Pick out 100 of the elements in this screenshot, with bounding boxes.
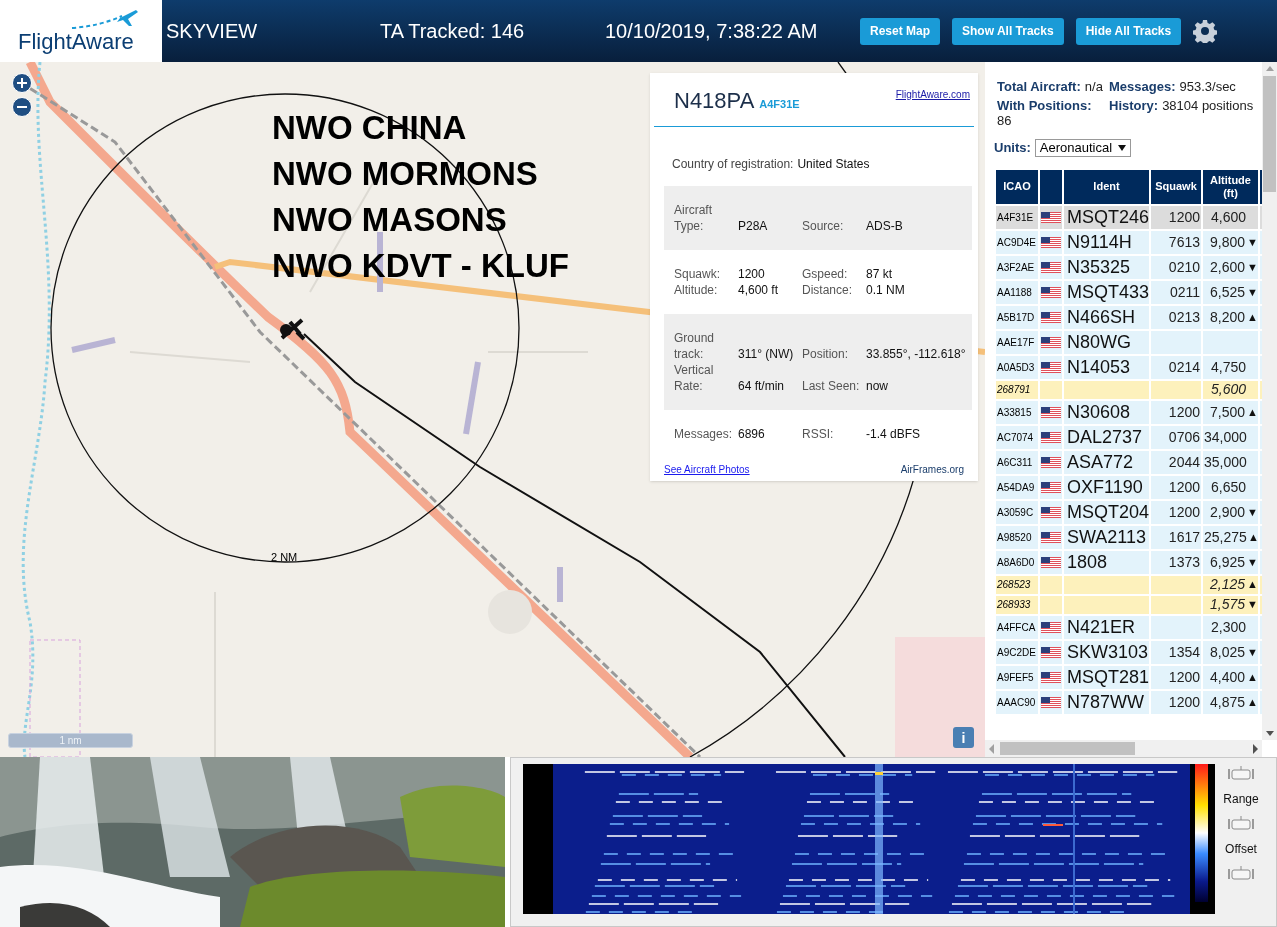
altitude-value: 9,800 — [1209, 232, 1246, 252]
scrollbar-thumb[interactable] — [1263, 76, 1276, 192]
scroll-right-icon[interactable] — [1251, 743, 1259, 754]
altitude-value: 5,600 — [1209, 380, 1246, 399]
table-cell — [1151, 595, 1201, 614]
table-cell: 1808 — [1064, 550, 1149, 574]
flag-icon — [1041, 646, 1061, 658]
stat-value: 953.3/sec — [1179, 79, 1236, 94]
table-cell: A4FFCA — [996, 615, 1038, 639]
table-cell: 1200 — [1151, 475, 1201, 499]
trend-arrow: ▼ — [1247, 259, 1258, 275]
table-cell: 268933 — [996, 595, 1038, 614]
stat-label: Total Aircraft: — [997, 79, 1081, 94]
trend-arrow: ▼ — [1247, 284, 1258, 300]
units-select[interactable]: Aeronautical — [1034, 138, 1132, 157]
table-cell: 0706 — [1151, 425, 1201, 449]
column-header[interactable]: Altitude (ft) — [1203, 169, 1258, 204]
altitude-value: 1,575 — [1209, 595, 1246, 614]
altitude-value: 8,025 — [1209, 642, 1246, 662]
table-cell: A8A6D0 — [996, 550, 1038, 574]
table-cell: A0A5D3 — [996, 355, 1038, 379]
table-cell: A6C311 — [996, 450, 1038, 474]
settings-icon[interactable] — [1193, 19, 1218, 43]
table-cell: 1200 — [1151, 690, 1201, 714]
stat-value: n/a — [1084, 79, 1103, 94]
dropdown-caret-icon — [1118, 144, 1127, 151]
table-cell: SWA2113 — [1064, 525, 1149, 549]
stat-value: 86 — [997, 113, 1012, 128]
table-cell: AC7074 — [996, 425, 1038, 449]
table-cell: 1200 — [1151, 665, 1201, 689]
flag-icon — [1041, 406, 1061, 418]
table-cell: 0213 — [1151, 305, 1201, 329]
altitude-value: 2,900 — [1209, 502, 1246, 522]
table-cell: SKW3103 — [1064, 640, 1149, 664]
altitude-value: 4,750 — [1209, 357, 1246, 377]
table-cell: 1354 — [1151, 640, 1201, 664]
table-cell: AAE17F — [996, 330, 1038, 354]
flag-icon — [1041, 621, 1061, 633]
altitude-value: 6,925 — [1209, 552, 1246, 572]
table-cell: A54DA9 — [996, 475, 1038, 499]
stat-label: History: — [1109, 98, 1159, 115]
altitude-value: 8,200 — [1209, 307, 1246, 327]
flag-icon — [1041, 481, 1061, 493]
table-cell: N30608 — [1064, 400, 1149, 424]
flag-icon — [1041, 336, 1061, 348]
column-header[interactable]: Squawk — [1151, 169, 1201, 204]
flag-icon — [1041, 431, 1061, 443]
table-cell: ASA772 — [1064, 450, 1149, 474]
table-cell: 0214 — [1151, 355, 1201, 379]
slider-handle-icon[interactable] — [1227, 866, 1255, 882]
horizontal-scrollbar[interactable] — [985, 740, 1262, 757]
flag-icon — [1041, 236, 1061, 248]
table-cell: MSQT246 — [1064, 205, 1149, 229]
table-cell: 0211 — [1151, 280, 1201, 304]
table-cell: MSQT433 — [1064, 280, 1149, 304]
units-label: Units: — [994, 139, 1031, 157]
altitude-value: 2,600 — [1209, 257, 1246, 277]
table-cell: 0210 — [1151, 255, 1201, 279]
table-cell — [1203, 330, 1258, 354]
slider-label: Range — [1223, 791, 1259, 808]
altitude-value: 4,400 — [1209, 667, 1246, 687]
trend-arrow: ▼ — [1247, 504, 1258, 520]
trend-arrow: ▼ — [1247, 554, 1258, 570]
trend-arrow: ▲ — [1247, 309, 1258, 325]
trend-arrow: ▼ — [1247, 644, 1258, 660]
flag-icon — [1041, 506, 1061, 518]
table-cell: N9114H — [1064, 230, 1149, 254]
table-cell: 268791 — [996, 380, 1038, 399]
table-cell: OXF1190 — [1064, 475, 1149, 499]
altitude-value: 6,525 — [1209, 282, 1246, 302]
scroll-left-icon[interactable] — [988, 743, 996, 754]
flag-icon — [1041, 556, 1061, 568]
vertical-scrollbar[interactable] — [1262, 62, 1277, 740]
column-header[interactable]: Ident — [1064, 169, 1149, 204]
stat-label: Messages: — [1109, 79, 1176, 94]
table-cell: DAL2737 — [1064, 425, 1149, 449]
table-cell: N421ER — [1064, 615, 1149, 639]
table-cell: 268523 — [996, 575, 1038, 594]
altitude-value: 4,875 — [1209, 692, 1246, 712]
slider-handle-icon[interactable] — [1227, 816, 1255, 832]
altitude-value: 35,000 — [1204, 452, 1246, 472]
slider-label: Offset — [1225, 841, 1257, 858]
flag-icon — [1041, 261, 1061, 273]
scrollbar-thumb[interactable] — [1000, 742, 1135, 755]
date-time: 10/10/2019, 7:38:22 AM — [605, 19, 819, 44]
altitude-value: 4,600 — [1209, 207, 1246, 227]
table-cell: A4F31E — [996, 205, 1038, 229]
table-cell: A3059C — [996, 500, 1038, 524]
table-cell: AAAC90 — [996, 690, 1038, 714]
table-cell: N35325 — [1064, 255, 1149, 279]
altitude-value: 25,275 — [1204, 527, 1246, 547]
table-cell: AA1188 — [996, 280, 1038, 304]
altitude-value: 2,300 — [1209, 617, 1246, 637]
column-header[interactable] — [1040, 169, 1062, 204]
column-header[interactable]: ICAO — [996, 169, 1038, 204]
slider-handle-icon[interactable] — [1227, 766, 1255, 782]
flag-icon — [1041, 671, 1061, 683]
table-cell: N466SH — [1064, 305, 1149, 329]
table-cell — [1151, 615, 1201, 639]
table-cell: A98520 — [996, 525, 1038, 549]
